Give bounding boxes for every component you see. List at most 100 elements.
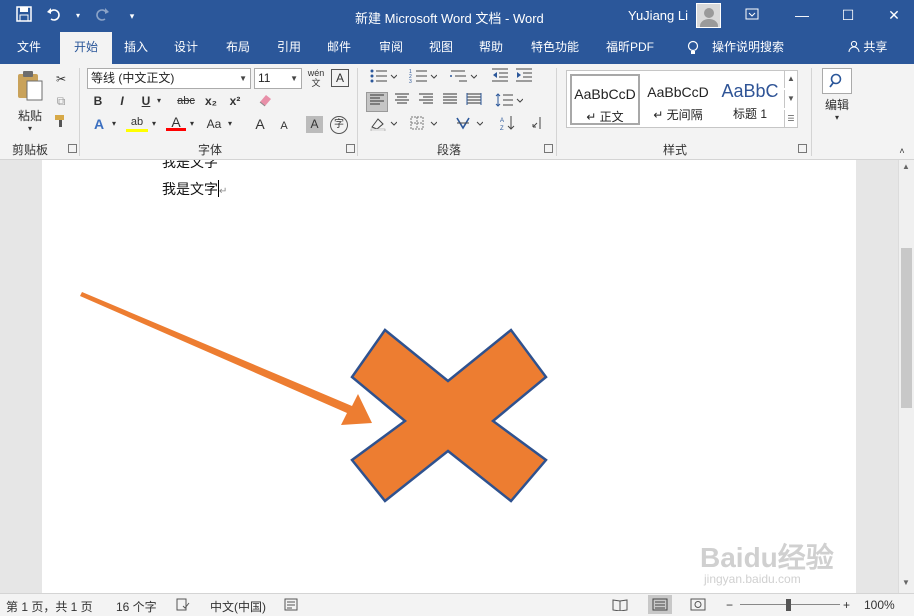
share-button[interactable]: 共享 bbox=[848, 32, 887, 64]
clipboard-launcher-icon[interactable] bbox=[68, 144, 77, 153]
tab-home[interactable]: 开始 bbox=[60, 32, 112, 64]
tab-review[interactable]: 审阅 bbox=[370, 32, 412, 64]
text-effects-dropdown-icon[interactable]: ▾ bbox=[110, 115, 118, 133]
collapse-ribbon-icon[interactable]: ˄ bbox=[895, 142, 909, 160]
enclose-characters-icon[interactable]: 字 bbox=[330, 116, 348, 134]
document-page[interactable]: 我是文字 我是文字↵ bbox=[42, 160, 856, 593]
tab-references[interactable]: 引用 bbox=[268, 32, 310, 64]
scrollbar-thumb[interactable] bbox=[901, 248, 912, 408]
undo-dropdown-icon[interactable]: ▾ bbox=[74, 6, 82, 26]
tell-me-search[interactable]: 操作说明搜索 bbox=[706, 32, 790, 64]
change-case-button[interactable]: Aa bbox=[204, 115, 224, 133]
lightbulb-icon[interactable] bbox=[680, 32, 706, 64]
style-normal[interactable]: AaBbCcD ↵ 正文 bbox=[570, 74, 640, 125]
read-mode-icon[interactable] bbox=[612, 598, 628, 614]
shading-icon[interactable] bbox=[366, 115, 400, 136]
multilevel-list-icon[interactable] bbox=[446, 68, 480, 89]
web-layout-icon[interactable] bbox=[690, 598, 706, 614]
subscript-button[interactable]: x₂ bbox=[202, 92, 220, 110]
arrow-shape[interactable] bbox=[80, 292, 372, 425]
zoom-slider-thumb[interactable] bbox=[786, 599, 791, 611]
justify-button[interactable] bbox=[439, 92, 461, 111]
font-launcher-icon[interactable] bbox=[346, 144, 355, 153]
style-heading-1[interactable]: AaBbC 标题 1 bbox=[715, 74, 785, 125]
chinese-layout-icon[interactable] bbox=[452, 115, 486, 136]
distributed-icon[interactable] bbox=[463, 92, 485, 111]
tab-design[interactable]: 设计 bbox=[166, 32, 206, 64]
language[interactable]: 中文(中国) bbox=[210, 598, 266, 615]
change-case-dropdown-icon[interactable]: ▾ bbox=[226, 115, 234, 133]
tab-features[interactable]: 特色功能 bbox=[524, 32, 586, 64]
underline-dropdown-icon[interactable]: ▾ bbox=[154, 92, 164, 110]
show-marks-icon[interactable] bbox=[528, 115, 548, 136]
undo-icon[interactable] bbox=[44, 6, 64, 26]
page-count[interactable]: 第 1 页，共 1 页 bbox=[6, 598, 93, 615]
align-center-button[interactable] bbox=[391, 92, 413, 111]
font-name-select[interactable]: 等线 (中文正文) ▼ bbox=[87, 68, 251, 89]
char-border-icon[interactable]: A bbox=[331, 69, 349, 87]
scroll-down-icon[interactable]: ▼ bbox=[902, 578, 910, 587]
borders-icon[interactable] bbox=[406, 115, 440, 136]
tab-insert[interactable]: 插入 bbox=[116, 32, 156, 64]
align-right-button[interactable] bbox=[415, 92, 437, 111]
copy-icon[interactable]: ⧉ bbox=[52, 92, 70, 110]
print-layout-icon[interactable] bbox=[648, 595, 672, 614]
tab-foxit-pdf[interactable]: 福昕PDF bbox=[598, 32, 662, 64]
tab-file[interactable]: 文件 bbox=[8, 32, 50, 64]
underline-button[interactable]: U bbox=[138, 92, 154, 110]
numbering-icon[interactable]: 123 bbox=[406, 68, 440, 89]
save-icon[interactable] bbox=[14, 6, 34, 26]
styles-scroll-down-icon[interactable]: ▼ bbox=[784, 90, 797, 108]
vertical-scrollbar[interactable]: ▲ ▼ bbox=[898, 160, 914, 593]
increase-indent-icon[interactable] bbox=[514, 68, 534, 87]
font-color-dropdown-icon[interactable]: ▾ bbox=[188, 115, 196, 133]
word-count[interactable]: 16 个字 bbox=[116, 598, 157, 615]
font-size-select[interactable]: 11 ▼ bbox=[254, 68, 302, 89]
avatar[interactable] bbox=[696, 3, 721, 28]
zoom-level[interactable]: 100% bbox=[864, 598, 895, 612]
user-name[interactable]: YuJiang Li bbox=[628, 8, 688, 23]
font-color-icon[interactable]: A bbox=[166, 113, 186, 131]
paragraph-launcher-icon[interactable] bbox=[544, 144, 553, 153]
zoom-out-icon[interactable]: − bbox=[726, 598, 733, 612]
styles-more-icon[interactable]: ☰ bbox=[784, 110, 797, 128]
decrease-indent-icon[interactable] bbox=[490, 68, 510, 87]
superscript-button[interactable]: x² bbox=[226, 92, 244, 110]
highlight-dropdown-icon[interactable]: ▾ bbox=[150, 115, 158, 133]
tab-help[interactable]: 帮助 bbox=[470, 32, 512, 64]
bullets-icon[interactable] bbox=[366, 68, 400, 89]
tab-view[interactable]: 视图 bbox=[420, 32, 462, 64]
ribbon-display-icon[interactable] bbox=[740, 4, 764, 26]
close-icon[interactable]: ✕ bbox=[882, 4, 906, 26]
shrink-font-icon[interactable]: A bbox=[276, 117, 292, 135]
strikethrough-button[interactable]: abc bbox=[174, 92, 198, 110]
proofing-icon[interactable] bbox=[176, 598, 190, 614]
maximize-icon[interactable]: ☐ bbox=[836, 4, 860, 26]
customize-icon[interactable]: ▾ bbox=[122, 6, 142, 26]
bold-button[interactable]: B bbox=[90, 92, 106, 110]
align-left-button[interactable] bbox=[366, 92, 388, 112]
styles-scroll-up-icon[interactable]: ▲ bbox=[784, 70, 797, 88]
macro-icon[interactable] bbox=[284, 598, 298, 614]
cut-icon[interactable]: ✂ bbox=[52, 70, 70, 88]
paste-button[interactable]: 粘贴 ▾ bbox=[10, 70, 50, 134]
style-no-spacing[interactable]: AaBbCcD ↵ 无间隔 bbox=[643, 74, 713, 125]
format-painter-icon[interactable] bbox=[52, 114, 70, 132]
highlight-icon[interactable]: ab bbox=[126, 113, 148, 132]
scroll-up-icon[interactable]: ▲ bbox=[902, 162, 910, 171]
redo-icon[interactable] bbox=[92, 6, 112, 26]
character-shading-icon[interactable]: A bbox=[306, 116, 323, 133]
zoom-in-icon[interactable]: + bbox=[843, 598, 850, 612]
clear-formatting-icon[interactable] bbox=[256, 92, 274, 113]
tab-mailings[interactable]: 邮件 bbox=[318, 32, 360, 64]
editing-button[interactable]: 编辑 ▾ bbox=[820, 68, 854, 130]
x-shape[interactable] bbox=[350, 328, 548, 503]
tab-layout[interactable]: 布局 bbox=[218, 32, 258, 64]
phonetic-guide-icon[interactable]: wén 文 bbox=[306, 68, 326, 88]
sort-icon[interactable]: AZ bbox=[496, 115, 518, 136]
grow-font-icon[interactable]: A bbox=[252, 115, 268, 133]
line-spacing-icon[interactable] bbox=[492, 92, 526, 113]
minimize-icon[interactable]: — bbox=[790, 4, 814, 26]
text-effects-icon[interactable]: A bbox=[90, 115, 108, 133]
styles-launcher-icon[interactable] bbox=[798, 144, 807, 153]
